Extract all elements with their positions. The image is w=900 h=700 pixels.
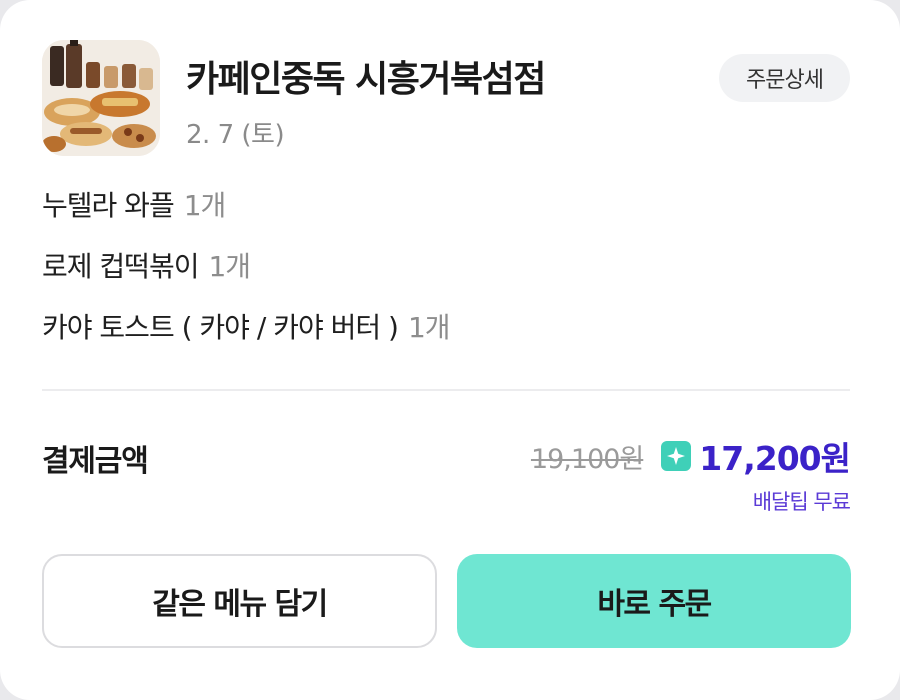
list-item: 로제 컵떡볶이 1개 <box>42 245 450 306</box>
item-quantity: 1개 <box>183 189 227 222</box>
item-quantity: 1개 <box>208 250 251 283</box>
order-now-button[interactable]: 바로 주문 <box>457 554 851 648</box>
item-name: 누텔라 와플 <box>42 189 175 222</box>
list-item: 누텔라 와플 1개 <box>42 184 450 245</box>
order-item-list: 누텔라 와플 1개 로제 컵떡볶이 1개 카야 토스트 ( 카야 / 카야 버터… <box>42 184 451 367</box>
item-name: 로제 컵떡볶이 <box>42 250 199 283</box>
store-name: 카페인중독 시흥거북섬점 <box>186 59 546 100</box>
original-price: 19,100원 <box>530 443 644 475</box>
payment-label: 결제금액 <box>42 444 149 479</box>
item-quantity: 1개 <box>407 311 451 344</box>
add-same-menu-button[interactable]: 같은 메뉴 담기 <box>42 554 437 648</box>
food-photo <box>42 40 160 156</box>
order-date: 2. 7 (토) <box>186 120 285 150</box>
divider <box>42 389 850 391</box>
list-item: 카야 토스트 ( 카야 / 카야 버터 ) 1개 <box>42 306 451 367</box>
sparkle-star-icon <box>661 441 692 471</box>
delivery-fee-note: 배달팁 무료 <box>752 490 851 514</box>
price-summary: 19,100원 17,200원 <box>530 432 851 480</box>
store-thumbnail[interactable] <box>42 40 160 156</box>
final-price: 17,200원 <box>699 439 851 478</box>
order-detail-button[interactable]: 주문상세 <box>719 54 850 102</box>
item-name: 카야 토스트 ( 카야 / 카야 버터 ) <box>42 311 399 344</box>
order-card: 카페인중독 시흥거북섬점 2. 7 (토) 주문상세 누텔라 와플 1개 로제 … <box>0 0 900 700</box>
